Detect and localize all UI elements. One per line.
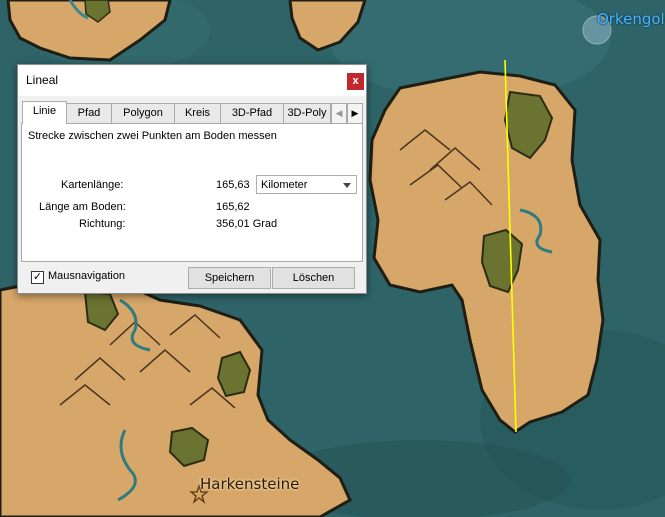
- tab-kreis[interactable]: Kreis: [174, 103, 221, 123]
- tab-panel-linie: Strecke zwischen zwei Punkten am Boden m…: [21, 123, 363, 262]
- dialog-titlebar[interactable]: Lineal x: [18, 65, 366, 96]
- heading-label: Richtung:: [79, 218, 126, 230]
- close-button[interactable]: x: [347, 73, 364, 90]
- map-length-value: 165,63: [216, 179, 250, 191]
- save-button[interactable]: Speichern: [188, 267, 271, 289]
- mouse-navigation-checkbox[interactable]: ✓: [31, 271, 44, 284]
- chevron-down-icon: [343, 183, 351, 188]
- unit-select[interactable]: Kilometer: [256, 175, 357, 194]
- tab-scroll-left-icon[interactable]: ◀: [331, 103, 347, 124]
- place-label-harkensteine: Harkensteine: [200, 475, 300, 493]
- description-text: Strecke zwischen zwei Punkten am Boden m…: [28, 130, 277, 142]
- tab-scroll-right-icon[interactable]: ▶: [347, 103, 363, 124]
- tab-bar: Linie Pfad Polygon Kreis 3D-Pfad 3D-Poly…: [22, 101, 363, 124]
- ruler-dialog: Lineal x Linie Pfad Polygon Kreis 3D-Pfa…: [17, 64, 367, 294]
- tab-3d-pfad[interactable]: 3D-Pfad: [220, 103, 284, 123]
- ground-length-value: 165,62: [216, 201, 250, 213]
- unit-select-value: Kilometer: [261, 179, 308, 191]
- tab-polygon[interactable]: Polygon: [111, 103, 175, 123]
- tab-linie[interactable]: Linie: [22, 101, 67, 124]
- heading-value: 356,01 Grad: [216, 218, 278, 230]
- place-label-orkengold: Orkengold: [597, 10, 665, 28]
- tab-pfad[interactable]: Pfad: [66, 103, 112, 123]
- map-length-label: Kartenlänge:: [61, 179, 124, 191]
- tab-3d-poly[interactable]: 3D-Poly: [283, 103, 331, 123]
- ground-length-label: Länge am Boden:: [39, 201, 126, 213]
- dialog-title: Lineal: [26, 73, 59, 87]
- mouse-navigation-label[interactable]: Mausnavigation: [48, 270, 125, 282]
- clear-button[interactable]: Löschen: [272, 267, 355, 289]
